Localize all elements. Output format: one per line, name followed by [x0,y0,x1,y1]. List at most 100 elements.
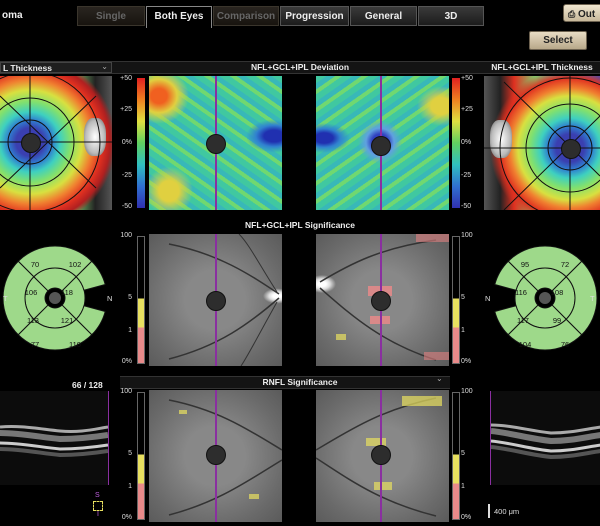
right-significance-fundus[interactable] [316,234,449,366]
right-sector-value: 72 [561,260,569,269]
fovea-marker-left-thickness [21,133,41,153]
right-bscan-layers [491,423,600,460]
sig-scale-right-100: 100 [461,232,473,239]
dev-scale-right-m25: -25 [461,172,472,179]
left-sector-value: 118 [61,288,73,297]
sig-scale-left-100: 100 [120,232,132,239]
tab-both-eyes[interactable]: Both Eyes [146,6,212,28]
select-button[interactable]: Select [529,31,587,50]
dev-scale-left-25: +25 [120,106,132,113]
right-thickness-map[interactable] [484,76,600,210]
fovea-marker-right-thickness [561,139,581,159]
dev-scale-left-m25: -25 [121,172,132,179]
rnfl-scale-left-0: 0% [121,514,132,521]
rnfl-scale-right-0: 0% [461,514,472,521]
rnfl-scale-right-100: 100 [461,388,473,395]
orientation-superior-label: S [95,492,100,499]
tab-progression[interactable]: Progression [280,6,349,26]
left-significance-fundus[interactable] [149,234,282,366]
left-sector-value: 113 [27,316,39,325]
left-sector-value: 102 [69,260,82,269]
left-sector-chart[interactable]: 70 102 106 118 113 121 77 110 [0,238,110,358]
tab-3d[interactable]: 3D [418,6,484,26]
fovea-marker-left-significance [206,291,226,311]
right-sector-temporal-label: T [590,294,595,303]
sig-scale-left-1: 1 [128,327,132,334]
right-sector-nasal-label: N [485,294,491,303]
deviation-colorbar-left [137,78,145,208]
fovea-marker-left-deviation [206,134,226,154]
left-sector-value: 121 [61,316,74,325]
rnfl-scale-right-1: 1 [461,483,465,490]
left-center-disc [49,292,61,304]
right-sector-value: 116 [515,288,527,297]
deviation-colorbar-right [452,78,460,208]
dev-scale-right-25: +25 [461,106,473,113]
significance-title: NFL+GCL+IPL Significance [245,220,355,230]
chevron-down-icon[interactable]: ⌄ [436,374,443,383]
left-thickness-label: L Thickness [3,63,52,73]
right-sector-value: 99 [553,316,561,325]
right-thickness-grid [484,76,600,210]
rnfl-colorbar-left [137,392,145,520]
right-sector-chart[interactable]: 95 72 116 108 117 99 104 76 [490,238,600,358]
deviation-title: NFL+GCL+IPL Deviation [250,62,350,72]
right-sector-value: 117 [517,316,529,325]
fovea-marker-right-rnfl [371,445,391,465]
left-bscan-image[interactable] [0,391,109,485]
sig-scale-right-0: 0% [461,358,472,365]
left-sector-value: 70 [31,260,39,269]
output-button-label: Out [577,9,596,20]
dev-scale-right-0: 0% [461,139,472,146]
rnfl-scale-right-5: 5 [461,450,465,457]
scale-bar [488,504,490,518]
dev-scale-left-50: +50 [120,75,132,82]
dev-scale-left-0: 0% [121,139,132,146]
print-icon: ⎙ [568,9,576,19]
rnfl-scale-left-1: 1 [128,483,132,490]
dev-scale-right-50: +50 [461,75,473,82]
right-sector-value: 76 [561,340,569,349]
sig-scale-right-1: 1 [461,327,465,334]
fovea-marker-right-deviation [371,136,391,156]
chevron-down-icon: ⌄ [101,62,108,71]
left-deviation-map[interactable] [149,76,282,210]
right-center-disc [539,292,551,304]
significance-colorbar-right [452,236,460,364]
significance-colorbar-left [137,236,145,364]
left-thickness-title[interactable]: L Thickness ⌄ [0,62,112,73]
scale-bar-label: 400 μm [494,507,520,516]
dev-scale-left-m50: -50 [121,203,132,210]
tab-comparison[interactable]: Comparison [213,6,279,26]
bscan-slice-counter: 66 / 128 [72,380,103,390]
dev-scale-right-m50: -50 [461,203,472,210]
left-thickness-grid [0,76,112,210]
left-sector-value: 106 [25,288,38,297]
tab-general[interactable]: General [350,6,417,26]
fovea-marker-left-rnfl [206,445,226,465]
left-sector-value: 110 [69,340,81,349]
sig-scale-left-5: 5 [128,294,132,301]
sig-scale-left-0: 0% [121,358,132,365]
orientation-inferior-label: I [97,511,99,518]
orientation-box-icon [93,501,103,511]
left-thickness-map[interactable] [0,76,112,210]
rnfl-title: RNFL Significance [262,377,338,387]
right-rnfl-fundus[interactable] [316,390,449,522]
left-sector-value: 77 [31,340,39,349]
left-bscan-layers [0,425,108,458]
left-rnfl-fundus[interactable] [149,390,282,522]
tab-single[interactable]: Single [77,6,145,26]
right-sector-value: 104 [519,340,532,349]
left-sector-temporal-label: T [3,294,8,303]
right-deviation-map[interactable] [316,76,449,210]
orientation-indicator: S I [92,492,106,524]
output-button[interactable]: ⎙ Out [563,4,600,22]
sig-scale-right-5: 5 [461,294,465,301]
app-title: oma [2,10,23,21]
right-bscan-image[interactable] [490,391,600,485]
fovea-marker-right-significance [371,291,391,311]
rnfl-scale-left-100: 100 [120,388,132,395]
right-sector-value: 95 [521,260,529,269]
rnfl-colorbar-right [452,392,460,520]
